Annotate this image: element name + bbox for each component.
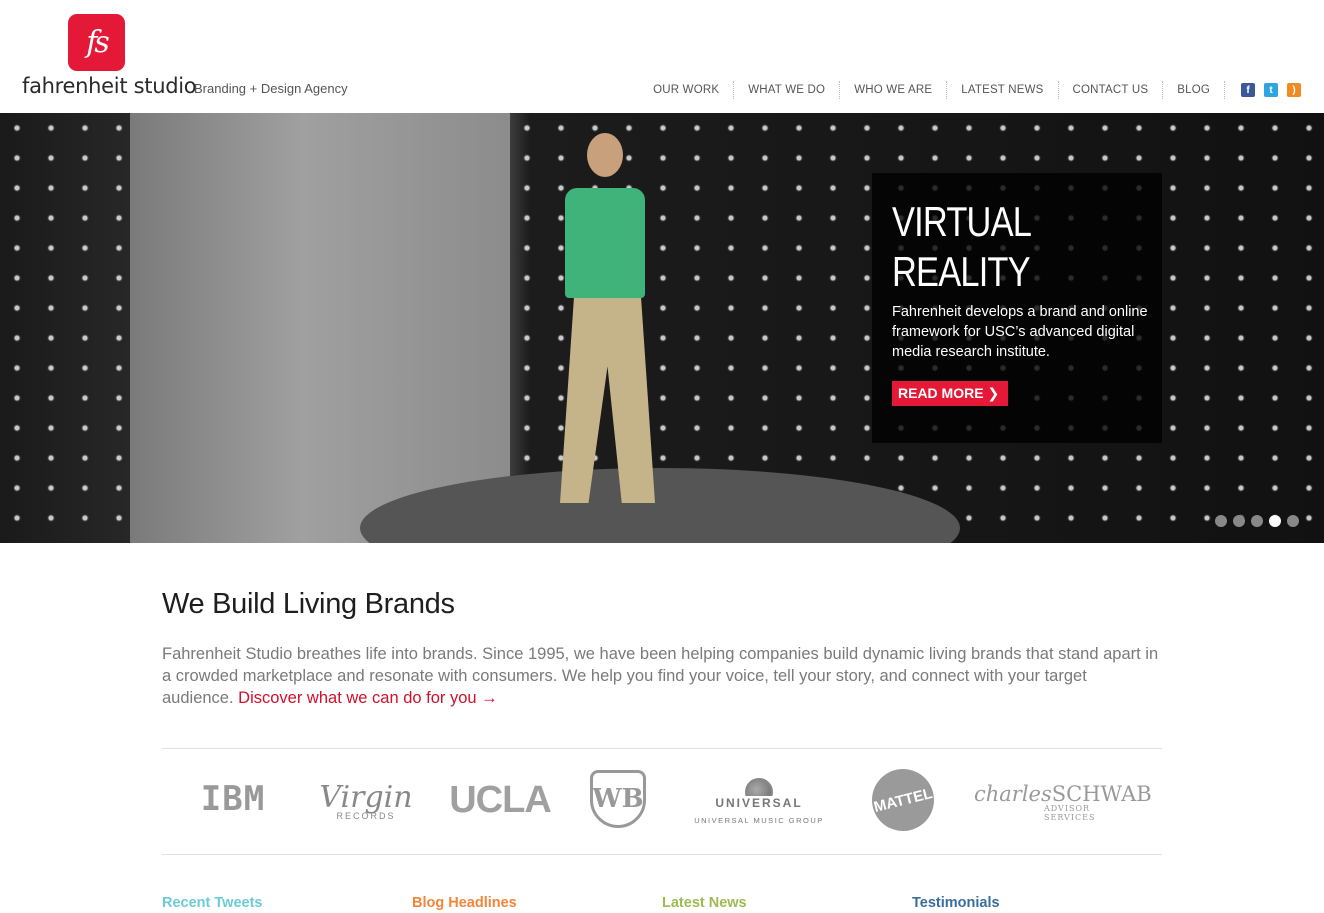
nav-our-work[interactable]: OUR WORK <box>639 81 735 99</box>
logo-glyph: fs <box>86 25 110 60</box>
intro-text: Fahrenheit Studio breathes life into bra… <box>162 643 1162 709</box>
facebook-icon[interactable]: f <box>1241 83 1255 97</box>
universal-music-logo[interactable]: UNIVERSAL UNIVERSAL MUSIC GROUP <box>688 770 830 832</box>
virgin-records-logo[interactable]: Virgin RECORDS <box>319 768 413 832</box>
hero-backdrop-panel <box>130 113 510 543</box>
social-links: f t ) <box>1241 83 1301 97</box>
rss-icon[interactable]: ) <box>1287 83 1301 97</box>
twitter-icon[interactable]: t <box>1264 83 1278 97</box>
ibm-logo[interactable]: IBM <box>188 779 278 819</box>
universal-wordmark: UNIVERSAL <box>712 795 806 810</box>
logo-mark[interactable]: fs <box>68 14 125 71</box>
virgin-wordmark: Virgin <box>319 779 413 815</box>
ucla-logo[interactable]: UCLA <box>449 778 552 822</box>
nav-contact-us[interactable]: CONTACT US <box>1059 81 1164 99</box>
nav-latest-news[interactable]: LATEST NEWS <box>947 81 1059 99</box>
nav-who-we-are[interactable]: WHO WE ARE <box>840 81 948 99</box>
latest-news-heading[interactable]: Latest News <box>662 895 747 911</box>
divider-bottom <box>162 854 1162 855</box>
pager-dot-5[interactable] <box>1287 515 1299 527</box>
hero-title-line-2: REALITY <box>892 248 1031 295</box>
pager-dot-2[interactable] <box>1233 515 1245 527</box>
read-more-button[interactable]: READ MORE ❯ <box>892 381 1009 406</box>
hero-description: Fahrenheit develops a brand and online f… <box>892 304 1148 360</box>
hero-title: VIRTUAL REALITY <box>892 197 1105 297</box>
hero-title-line-1: VIRTUAL <box>892 198 1032 245</box>
warner-bros-logo[interactable]: WB <box>590 770 646 828</box>
mattel-logo[interactable]: MATTEL <box>865 762 941 838</box>
testimonials-heading[interactable]: Testimonials <box>912 895 1000 911</box>
pager-dot-1[interactable] <box>1215 515 1227 527</box>
nav-what-we-do[interactable]: WHAT WE DO <box>734 81 841 99</box>
charles-schwab-logo[interactable]: charlesSCHWAB ADVISOR SERVICES <box>974 780 1152 824</box>
main-nav: OUR WORK WHAT WE DO WHO WE ARE LATEST NE… <box>639 81 1324 99</box>
intro-title: We Build Living Brands <box>162 588 455 620</box>
site-header: fs fahrenheit studio Branding + Design A… <box>0 0 1324 113</box>
universal-sub: UNIVERSAL MUSIC GROUP <box>694 815 824 825</box>
pager-dot-4[interactable] <box>1269 515 1281 527</box>
recent-tweets-heading[interactable]: Recent Tweets <box>162 895 262 911</box>
schwab-sub: ADVISOR SERVICES <box>1044 804 1096 822</box>
virgin-sub: RECORDS <box>336 810 396 821</box>
discover-link[interactable]: Discover what we can do for you → <box>238 689 498 707</box>
logo-text[interactable]: fahrenheit studio <box>22 74 197 98</box>
tagline: Branding + Design Agency <box>194 81 348 96</box>
schwab-wordmark: charlesSCHWAB <box>974 782 1152 806</box>
blog-headlines-heading[interactable]: Blog Headlines <box>412 895 517 911</box>
client-logos: IBM Virgin RECORDS UCLA WB UNIVERSAL UNI… <box>162 760 1162 840</box>
hero-person-image <box>505 133 705 533</box>
nav-blog[interactable]: BLOG <box>1163 81 1225 99</box>
slider-pager <box>1215 515 1299 527</box>
pager-dot-3[interactable] <box>1251 515 1263 527</box>
divider-top <box>162 748 1162 749</box>
